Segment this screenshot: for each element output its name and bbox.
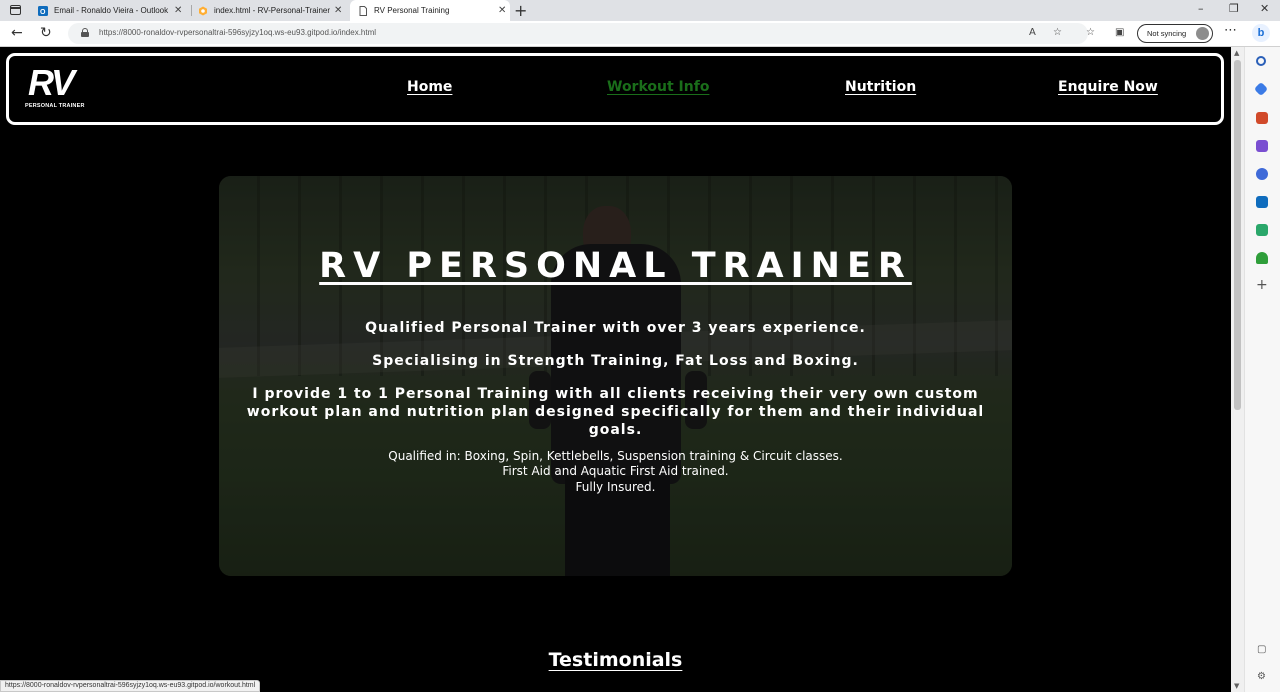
hero-content: RV PERSONAL TRAINER Qualified Personal T… xyxy=(219,176,1012,576)
close-icon[interactable]: ✕ xyxy=(334,5,342,16)
nav-workout-info-link[interactable]: Workout Info xyxy=(607,79,709,95)
site-header: RV PERSONAL TRAINER Home Workout Info Nu… xyxy=(6,53,1224,125)
outlook-sidebar-icon[interactable] xyxy=(1256,196,1268,208)
nav-home-link[interactable]: Home xyxy=(407,79,452,95)
back-arrow-icon[interactable]: ← xyxy=(11,25,23,41)
outlook-icon: O xyxy=(38,5,48,16)
add-favorite-icon[interactable]: ☆ xyxy=(1053,27,1062,38)
microsoft-365-icon[interactable] xyxy=(1256,168,1268,180)
lock-icon xyxy=(81,28,89,37)
avatar xyxy=(1196,27,1209,40)
nav-enquire-now-link[interactable]: Enquire Now xyxy=(1058,79,1158,95)
tree-icon[interactable] xyxy=(1256,252,1268,264)
sync-label: Not syncing xyxy=(1147,29,1187,38)
search-icon[interactable] xyxy=(1256,56,1266,66)
tab-title: RV Personal Training xyxy=(374,6,450,15)
window-close-icon[interactable]: ✕ xyxy=(1260,2,1269,15)
logo-subtitle: PERSONAL TRAINER xyxy=(25,103,85,109)
scrollbar-thumb[interactable] xyxy=(1234,60,1241,410)
tab-title: Email - Ronaldo Vieira - Outlook xyxy=(54,6,169,15)
tab-title: index.html - RV-Personal-Trainer xyxy=(214,6,331,15)
nav-nutrition-link[interactable]: Nutrition xyxy=(845,79,916,95)
more-options-icon[interactable]: ⋯ xyxy=(1224,23,1237,38)
url-text[interactable]: https://8000-ronaldov-rvpersonaltrai-596… xyxy=(99,28,376,37)
scroll-down-icon[interactable]: ▼ xyxy=(1234,682,1239,690)
bing-chat-icon[interactable]: b xyxy=(1252,24,1270,42)
hero-title: RV PERSONAL TRAINER xyxy=(319,246,912,286)
browser-toolbar: ← ↻ https://8000-ronaldov-rvpersonaltrai… xyxy=(0,21,1280,47)
close-icon[interactable]: ✕ xyxy=(498,5,506,16)
hero-service-text: I provide 1 to 1 Personal Training with … xyxy=(246,386,985,438)
new-tab-icon[interactable]: + xyxy=(514,1,527,20)
site-logo[interactable]: RV PERSONAL TRAINER xyxy=(25,62,93,114)
hero-section: RV PERSONAL TRAINER Qualified Personal T… xyxy=(219,176,1012,576)
refresh-icon[interactable]: ↻ xyxy=(40,25,52,41)
minimize-icon[interactable]: – xyxy=(1198,2,1204,15)
address-bar[interactable]: https://8000-ronaldov-rvpersonaltrai-596… xyxy=(68,23,1088,44)
browser-tab-bar: O Email - Ronaldo Vieira - Outlook ✕ ind… xyxy=(0,0,1280,21)
hero-qualifications-text: Qualified in: Boxing, Spin, Kettlebells,… xyxy=(388,449,843,463)
edge-sidebar: + ▢ ⚙ xyxy=(1244,47,1280,692)
hero-first-aid-text: First Aid and Aquatic First Aid trained. xyxy=(502,464,729,478)
read-aloud-icon[interactable]: A xyxy=(1029,27,1036,38)
shopping-tag-icon[interactable] xyxy=(1253,81,1269,97)
gitpod-icon xyxy=(199,6,207,15)
tab-gitpod[interactable]: index.html - RV-Personal-Trainer ✕ xyxy=(190,0,342,21)
hero-experience-text: Qualified Personal Trainer with over 3 y… xyxy=(365,320,866,336)
logo-mark: RV xyxy=(28,62,75,103)
add-sidebar-app-icon[interactable]: + xyxy=(1256,277,1268,293)
page-scrollbar[interactable]: ▲ ▼ xyxy=(1231,47,1244,692)
drop-icon[interactable] xyxy=(1256,224,1268,236)
restore-icon[interactable]: ❐ xyxy=(1229,2,1239,15)
page-viewport: RV PERSONAL TRAINER Home Workout Info Nu… xyxy=(0,47,1231,692)
tab-actions-icon[interactable] xyxy=(10,5,21,15)
testimonials-heading: Testimonials xyxy=(548,649,683,671)
svg-text:O: O xyxy=(40,9,46,16)
status-bar-link-preview: https://8000-ronaldov-rvpersonaltrai-596… xyxy=(0,680,261,692)
close-icon[interactable]: ✕ xyxy=(174,5,182,16)
tools-icon[interactable] xyxy=(1256,112,1268,124)
hero-specialism-text: Specialising in Strength Training, Fat L… xyxy=(372,353,859,369)
collections-icon[interactable]: ▣ xyxy=(1115,27,1124,38)
scroll-up-icon[interactable]: ▲ xyxy=(1234,49,1239,57)
tab-rv-personal-training[interactable]: RV Personal Training ✕ xyxy=(350,0,510,21)
page-icon xyxy=(359,5,367,16)
hero-insurance-text: Fully Insured. xyxy=(575,480,656,494)
tab-outlook[interactable]: O Email - Ronaldo Vieira - Outlook ✕ xyxy=(30,0,182,21)
games-icon[interactable] xyxy=(1256,140,1268,152)
favorites-icon[interactable]: ☆ xyxy=(1086,27,1095,38)
profile-sync-button[interactable]: Not syncing xyxy=(1137,24,1213,43)
settings-gear-icon[interactable]: ⚙ xyxy=(1257,671,1266,682)
sidebar-layout-icon[interactable]: ▢ xyxy=(1257,644,1266,655)
